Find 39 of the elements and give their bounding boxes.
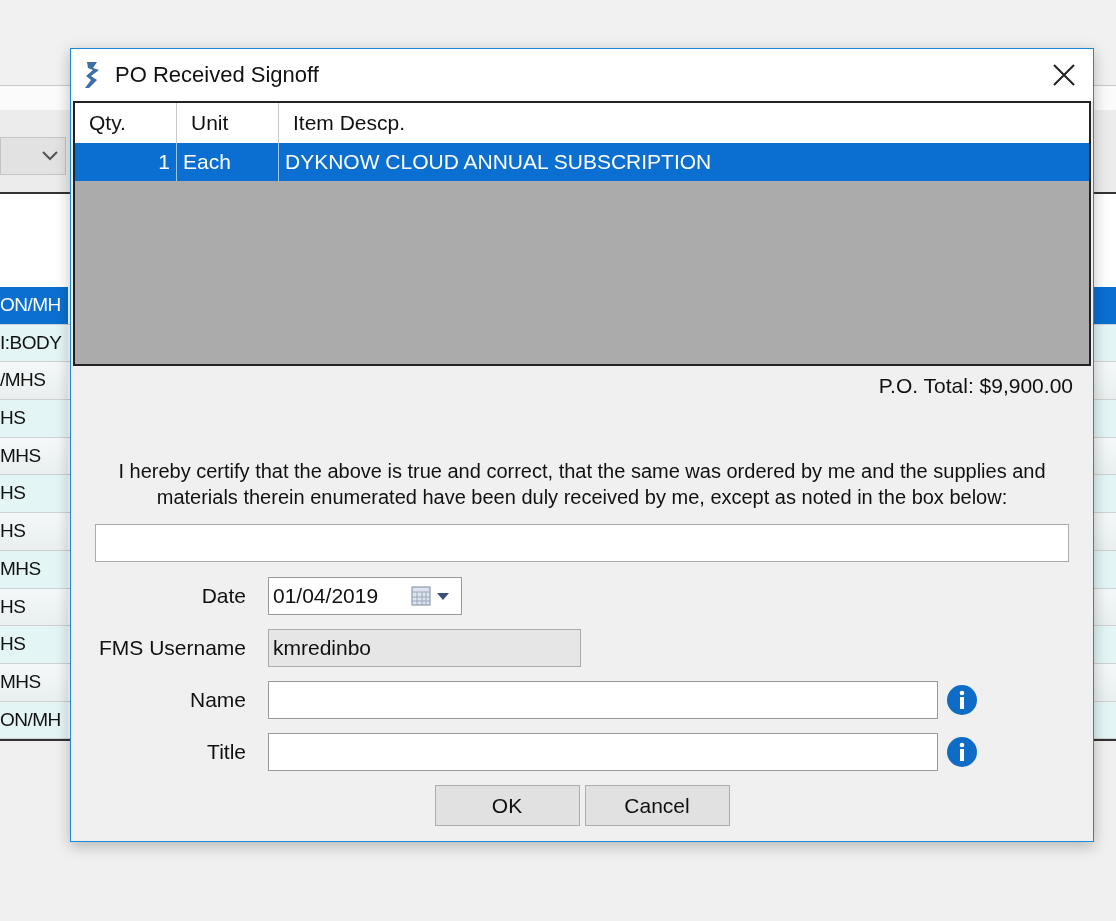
po-total: P.O. Total: $9,900.00 <box>878 374 1073 399</box>
table-cell: MHS <box>0 437 68 475</box>
cancel-button[interactable]: Cancel <box>584 785 730 826</box>
table-cell: MHS <box>0 663 68 701</box>
table-cell <box>1092 362 1116 400</box>
table-cell: HS <box>0 475 68 513</box>
dropdown[interactable] <box>0 137 66 175</box>
certification-text: I hereby certify that the above is true and correct, that the same was ordered by me and the supplies and materials therein enumerated have been duly received by me, except as noted in the box below: <box>117 459 1047 510</box>
table-cell: MHS <box>0 550 68 588</box>
table-cell: /MHS <box>0 362 68 400</box>
table-cell <box>1092 287 1116 324</box>
chevron-down-icon <box>41 151 59 161</box>
table-cell: 1 <box>75 143 177 181</box>
table-cell: HS <box>0 400 68 437</box>
table-cell: Each <box>177 143 279 181</box>
input-field[interactable] <box>268 733 938 771</box>
table-cell: HS <box>0 513 68 550</box>
window-title: PO Received Signoff <box>115 62 320 88</box>
field-label: Title <box>206 740 246 764</box>
field-label: Date <box>200 584 246 608</box>
info-icon[interactable] <box>946 736 978 768</box>
table-cell: HS <box>0 588 68 626</box>
field-label: Name <box>188 688 246 712</box>
table-cell <box>1092 513 1116 550</box>
table-cell: I:BODY <box>0 324 68 362</box>
column-header: Item Descp. <box>292 110 407 136</box>
table-cell: HS <box>0 626 68 663</box>
close-icon[interactable] <box>1053 64 1075 86</box>
table-cell: ON/MH <box>0 701 68 739</box>
field-label: FMS Username <box>97 636 246 660</box>
ok-button[interactable]: OK <box>434 785 580 826</box>
info-icon[interactable] <box>946 684 978 716</box>
table-cell: ON/MH <box>0 287 68 324</box>
table-row[interactable]: 1 Each DYKNOW CLOUD ANNUAL SUBSCRIPTION <box>75 143 1089 181</box>
table-cell-text: DYKNOW CLOUD ANNUAL SUBSCRIPTION <box>284 149 713 175</box>
notes-field[interactable] <box>95 524 1069 562</box>
username-field: kmredinbo <box>268 629 581 667</box>
date-picker[interactable]: 01/04/2019 <box>268 577 462 615</box>
input-field[interactable] <box>268 681 938 719</box>
